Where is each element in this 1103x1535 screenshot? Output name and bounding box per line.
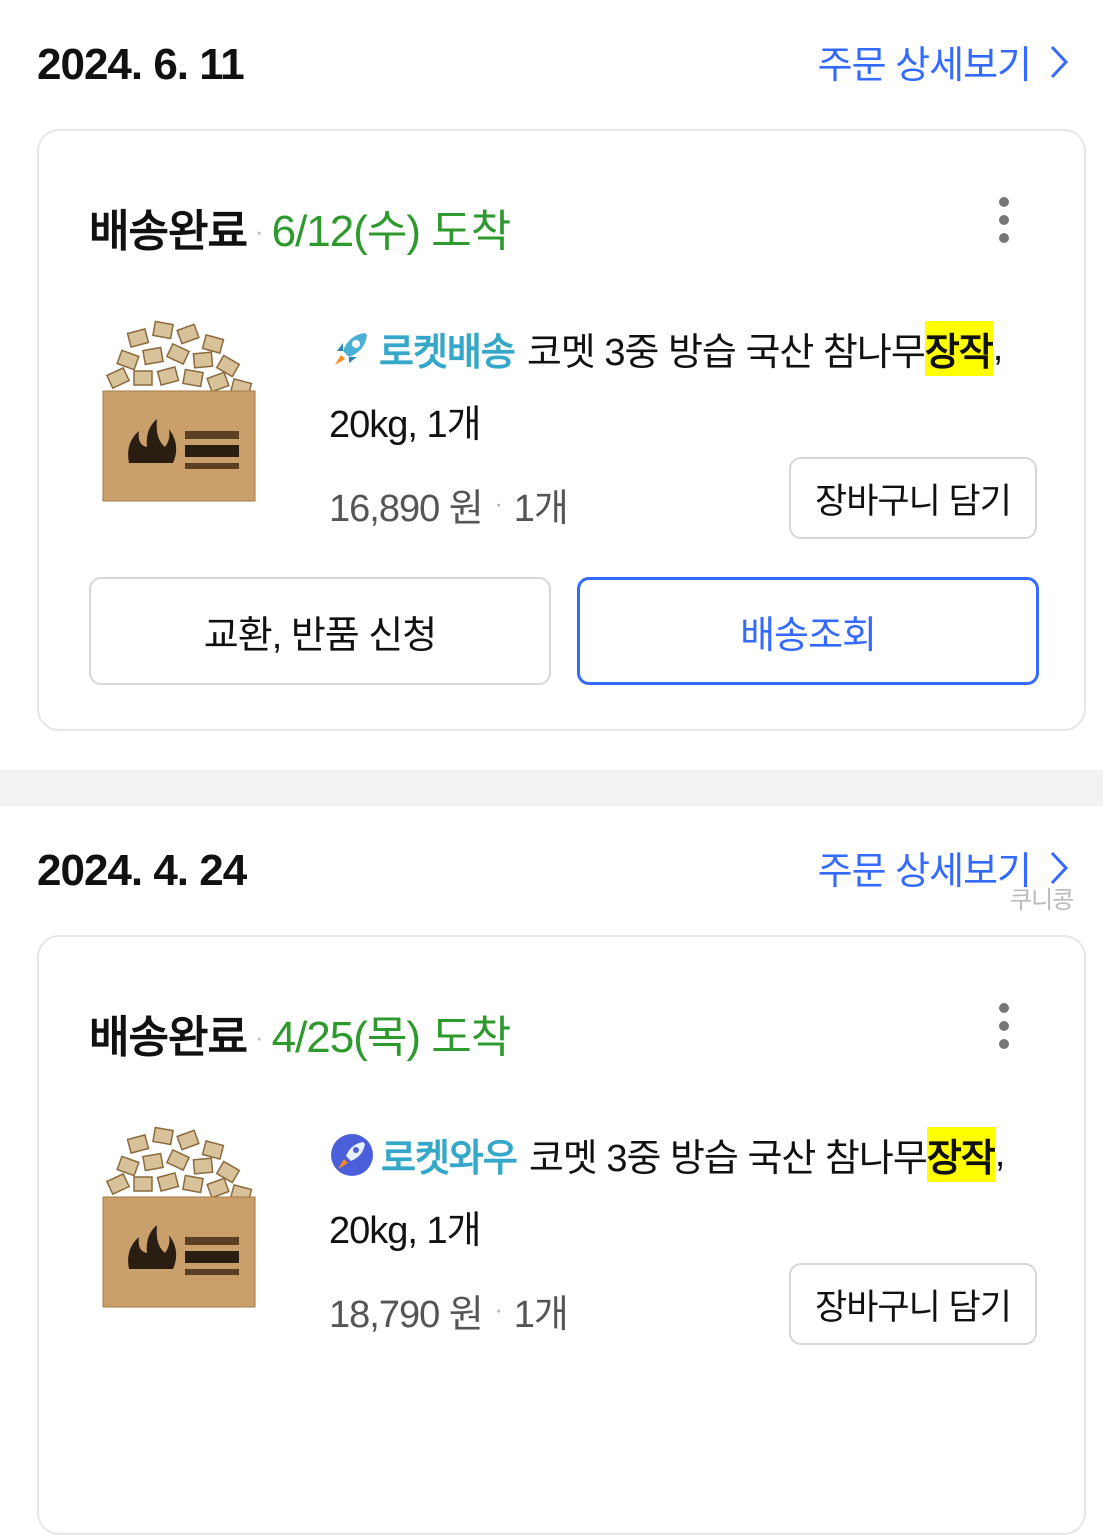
- search-highlight: 장작: [924, 321, 994, 376]
- product-thumbnail[interactable]: [99, 1119, 259, 1311]
- order-detail-label: 주문 상세보기: [817, 45, 1032, 87]
- exchange-return-button[interactable]: 교환, 반품 신청: [89, 577, 551, 685]
- badge-label: 로켓배송: [379, 332, 516, 374]
- more-options-icon[interactable]: [994, 1003, 1014, 1053]
- product-name-comma: ,: [994, 1133, 1006, 1175]
- product-title[interactable]: 로켓배송 코멧 3중 방습 국산 참나무 장작 ,: [329, 321, 1004, 376]
- rocket-wow-icon: [331, 1133, 373, 1176]
- order-detail-link[interactable]: 주문 상세보기: [818, 34, 1069, 89]
- rocket-icon: [335, 332, 367, 365]
- order-detail-label: 주문 상세보기: [817, 851, 1032, 893]
- product-thumbnail[interactable]: [99, 313, 259, 505]
- badge-label: 로켓와우: [381, 1138, 518, 1180]
- product-name: 코멧 3중 방습 국산 참나무: [526, 332, 926, 374]
- section-divider: [0, 770, 1103, 806]
- separator-dot: ·: [494, 1296, 503, 1324]
- track-delivery-button[interactable]: 배송조회: [577, 577, 1039, 685]
- product-option: 20kg, 1개: [329, 1210, 482, 1252]
- product-quantity: 1개: [513, 488, 569, 530]
- product-name-comma: ,: [992, 327, 1004, 369]
- chevron-right-icon: [1050, 45, 1069, 78]
- delivery-status: 배송완료: [89, 207, 248, 256]
- product-option: 20kg, 1개: [329, 404, 482, 446]
- product-title[interactable]: 로켓와우 코멧 3중 방습 국산 참나무 장작 ,: [329, 1127, 1006, 1182]
- separator-dot: ·: [254, 1022, 264, 1052]
- separator-dot: ·: [254, 216, 264, 246]
- search-highlight: 장작: [926, 1127, 996, 1182]
- add-to-cart-button[interactable]: 장바구니 담기: [789, 457, 1037, 539]
- rocket-wow-badge: 로켓와우: [329, 1127, 518, 1182]
- product-price: 16,890 원: [329, 488, 484, 530]
- rocket-delivery-badge: 로켓배송: [329, 321, 516, 376]
- arrival-date: 4/25(목) 도착: [271, 1013, 512, 1062]
- watermark: 쿠니콩: [1010, 887, 1074, 914]
- product-price: 18,790 원: [329, 1294, 484, 1336]
- price-row: 18,790 원 · 1개: [329, 1283, 569, 1338]
- add-to-cart-button[interactable]: 장바구니 담기: [789, 1263, 1037, 1345]
- order-date: 2024. 6. 11: [37, 40, 245, 89]
- delivery-status-row: 배송완료 · 6/12(수) 도착: [89, 195, 512, 259]
- delivery-status: 배송완료: [89, 1013, 248, 1062]
- order-card: 배송완료 · 4/25(목) 도착 로켓와우 코멧 3중 방습 국산 참나무 장…: [37, 935, 1086, 1535]
- product-quantity: 1개: [513, 1294, 569, 1336]
- price-row: 16,890 원 · 1개: [329, 477, 569, 532]
- order-card: 배송완료 · 6/12(수) 도착 로켓배송 코멧 3중 방습 국산 참나무 장…: [37, 129, 1086, 731]
- more-options-icon[interactable]: [994, 197, 1014, 247]
- arrival-date: 6/12(수) 도착: [271, 207, 512, 256]
- delivery-status-row: 배송완료 · 4/25(목) 도착: [89, 1001, 512, 1065]
- order-date: 2024. 4. 24: [37, 846, 247, 895]
- product-name: 코멧 3중 방습 국산 참나무: [528, 1138, 928, 1180]
- separator-dot: ·: [494, 490, 503, 518]
